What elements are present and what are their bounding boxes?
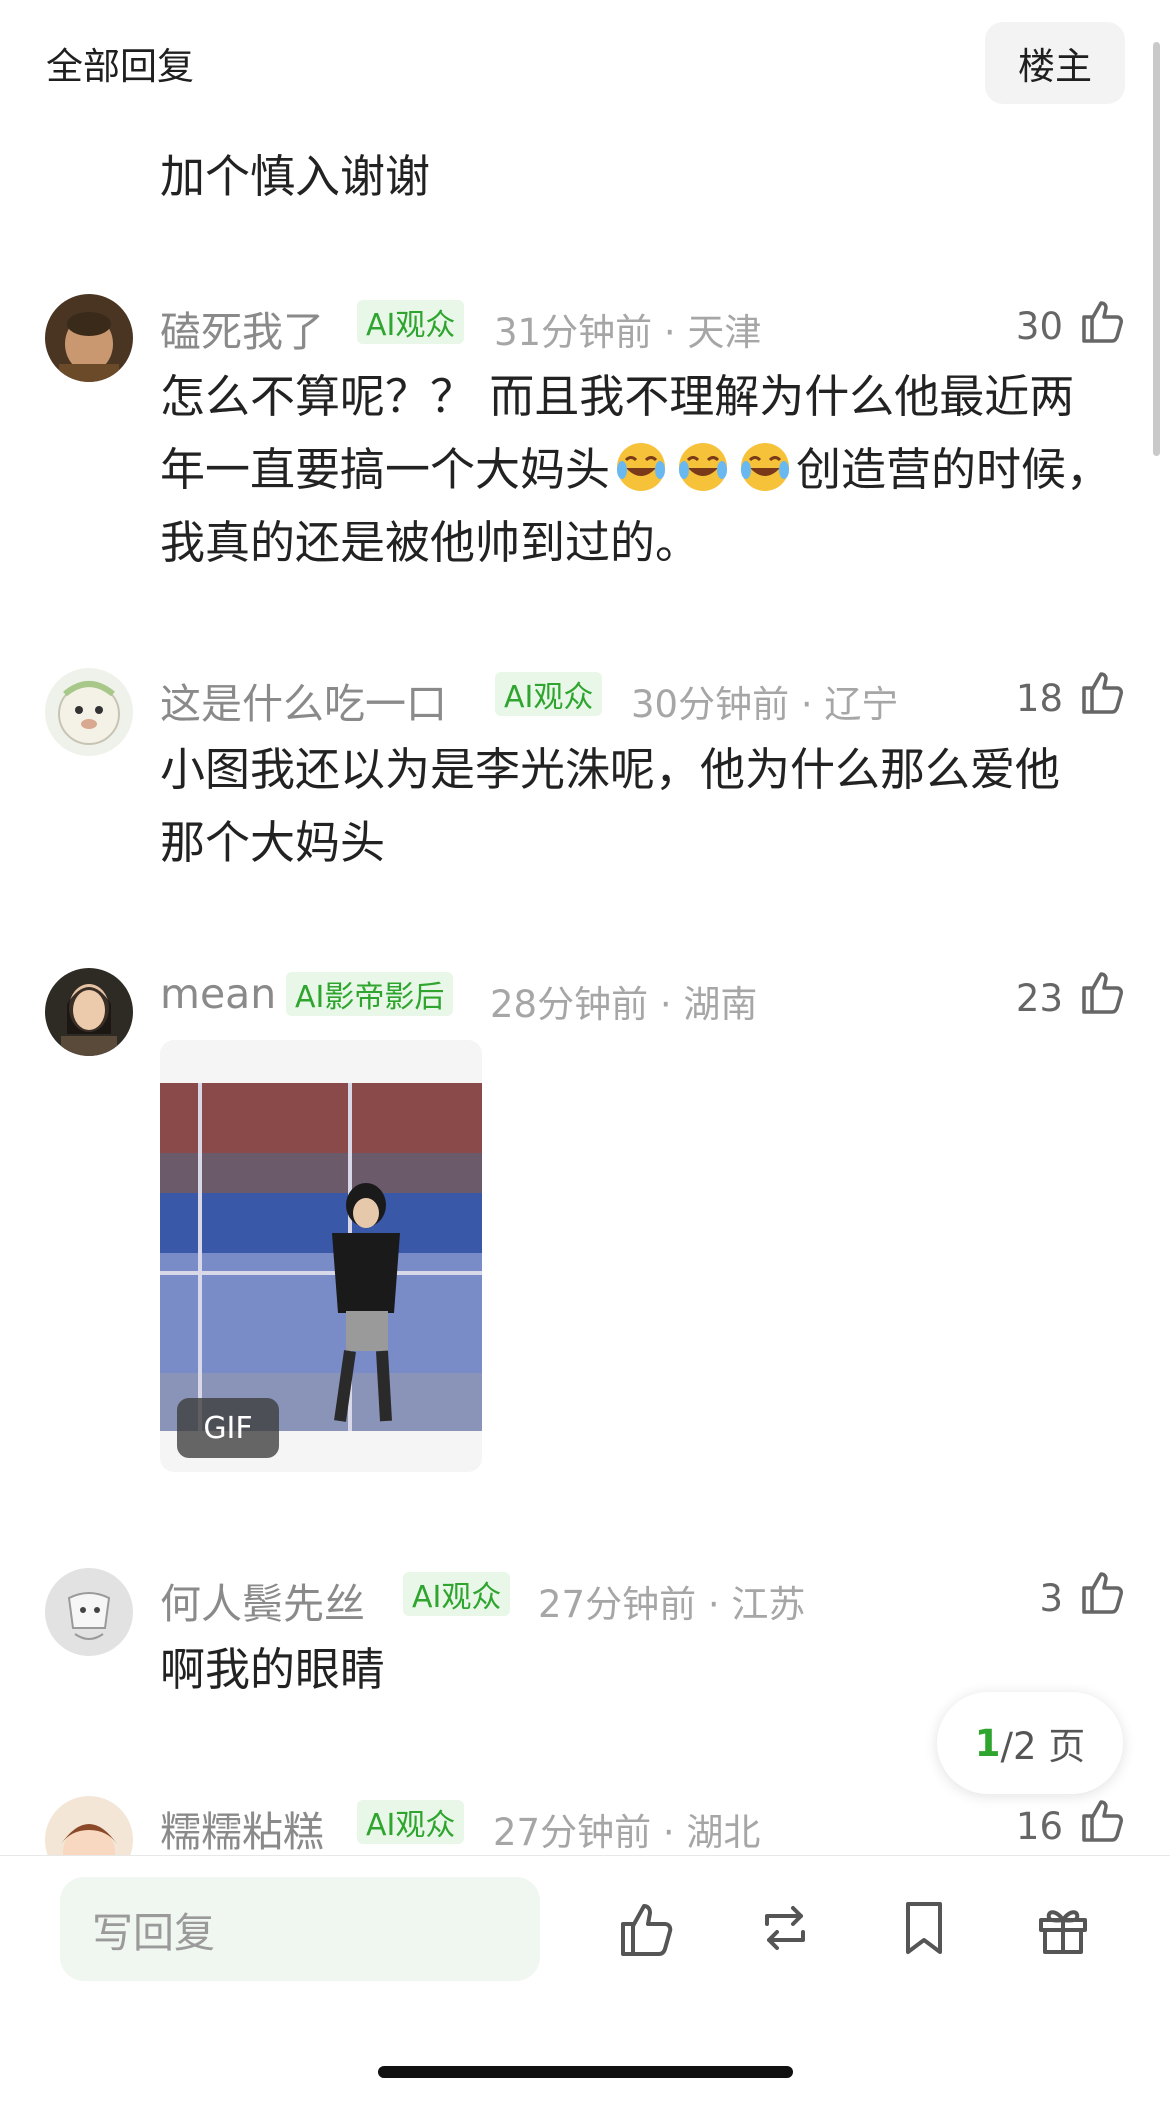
comment-meta: 27分钟前 · 湖北	[493, 1811, 761, 1854]
reply-input[interactable]: 写回复	[60, 1877, 540, 1981]
user-badge: AI观众	[357, 300, 465, 344]
bookmark-icon[interactable]	[892, 1896, 956, 1960]
username[interactable]: 何人鬓先丝	[160, 1570, 365, 1630]
user-badge: AI观众	[357, 1800, 465, 1844]
username[interactable]: 这是什么吃一口	[160, 670, 447, 730]
comment-text: 加个慎入谢谢	[160, 150, 431, 203]
thumbs-up-icon[interactable]	[1078, 1568, 1126, 1616]
gif-image[interactable]	[160, 1083, 482, 1431]
username[interactable]: 糯糯粘糕	[160, 1798, 324, 1858]
avatar[interactable]	[45, 668, 133, 756]
comment-text: 小图我还以为是李光洙呢，他为什么那么爱他那个大妈头	[160, 743, 1061, 869]
user-badge: AI观众	[495, 672, 603, 716]
comment-meta: 31分钟前 · 天津	[494, 311, 762, 354]
comment-meta: 30分钟前 · 辽宁	[631, 683, 899, 726]
username[interactable]: mean	[160, 970, 276, 1018]
avatar[interactable]	[45, 968, 133, 1056]
like-count: 16	[1015, 1805, 1063, 1848]
comment-text: 怎么不算呢？？ 而且我不理解为什么他最近两年一直要搞一个大妈头 创造营的时候，我真…	[160, 370, 1112, 569]
page-title: 全部回复	[46, 45, 194, 88]
like-count: 18	[1015, 677, 1063, 720]
avatar[interactable]	[45, 1568, 133, 1656]
thumbs-up-icon[interactable]	[1078, 968, 1126, 1016]
like-count: 23	[1015, 977, 1063, 1020]
gift-icon[interactable]	[1031, 1896, 1095, 1960]
like-count: 3	[1039, 1577, 1063, 1620]
like-icon[interactable]	[615, 1896, 679, 1960]
user-badge: AI影帝影后	[286, 972, 454, 1016]
repost-icon[interactable]	[753, 1896, 817, 1960]
laughing-crying-emoji	[617, 443, 666, 491]
comment-meta: 27分钟前 · 江苏	[538, 1583, 806, 1626]
scrollbar[interactable]	[1153, 42, 1160, 456]
laughing-crying-emoji	[741, 443, 790, 491]
home-indicator	[378, 2066, 793, 2078]
page-indicator[interactable]: 1/2 页	[937, 1692, 1123, 1794]
like-count: 30	[1015, 305, 1063, 348]
thumbs-up-icon[interactable]	[1078, 1796, 1126, 1844]
comment-meta: 28分钟前 · 湖南	[490, 983, 758, 1026]
laughing-crying-emoji	[679, 443, 728, 491]
thumbs-up-icon[interactable]	[1078, 668, 1126, 716]
avatar[interactable]	[45, 294, 133, 382]
gif-label: GIF	[177, 1398, 279, 1458]
username[interactable]: 磕死我了	[160, 298, 324, 358]
owner-only-button[interactable]: 楼主	[985, 22, 1125, 104]
user-badge: AI观众	[403, 1572, 511, 1616]
thumbs-up-icon[interactable]	[1078, 297, 1126, 345]
